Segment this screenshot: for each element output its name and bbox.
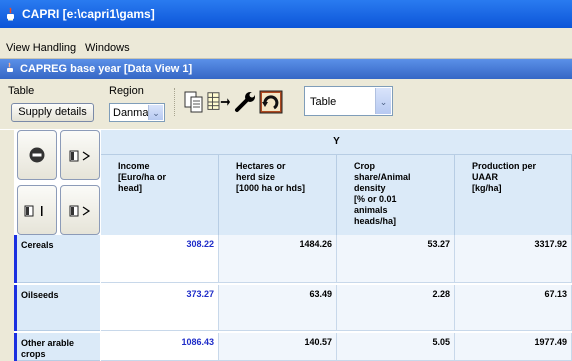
inner-window-title-bar[interactable]: CAPREG base year [Data View 1]: [0, 59, 572, 79]
table-cell[interactable]: 2.28: [337, 285, 455, 331]
table-cell[interactable]: 5.05: [337, 333, 455, 361]
expand-columns-button[interactable]: [60, 130, 100, 180]
column-header[interactable]: Crop share/Animal density [% or 0.01 ani…: [337, 155, 455, 235]
menu-windows[interactable]: Windows: [85, 42, 130, 54]
java-icon: [7, 62, 13, 72]
expand-rows-button[interactable]: [60, 185, 100, 235]
table-cell[interactable]: 67.13: [455, 285, 572, 331]
column-header[interactable]: Production per UAAR [kg/ha]: [455, 155, 572, 235]
table-cell[interactable]: 308.22: [101, 235, 219, 283]
title-gap: [0, 28, 572, 38]
inner-window-title: CAPREG base year [Data View 1]: [20, 63, 193, 75]
collapse-rows-button[interactable]: [17, 185, 57, 235]
export-table-icon[interactable]: [207, 90, 231, 114]
java-icon: [7, 7, 14, 21]
table-cell[interactable]: 1977.49: [455, 333, 572, 361]
table-cell[interactable]: 140.57: [219, 333, 337, 361]
chevron-down-icon[interactable]: ⌄: [148, 105, 163, 120]
table-cell[interactable]: 373.27: [101, 285, 219, 331]
wrench-icon[interactable]: [234, 90, 258, 114]
menu-view-handling[interactable]: View Handling: [6, 42, 76, 54]
view-type-value: Table: [310, 96, 337, 108]
region-label: Region: [109, 85, 144, 97]
refresh-table-icon[interactable]: [259, 90, 283, 114]
back-arrow-icon: [29, 147, 45, 163]
column-header[interactable]: Income [Euro/ha or head]: [101, 155, 219, 235]
chevron-down-icon[interactable]: ⌄: [375, 88, 391, 114]
table-cell[interactable]: 53.27: [337, 235, 455, 283]
table-expand-icon: [69, 205, 91, 217]
table-row-icon: [24, 205, 43, 217]
row-marker: [14, 285, 17, 331]
left-gutter: [0, 130, 14, 361]
table-cell[interactable]: 3317.92: [455, 235, 572, 283]
table-top-header: Y: [101, 130, 572, 155]
row-marker: [14, 235, 17, 283]
row-header[interactable]: Oilseeds: [14, 285, 100, 331]
row-header[interactable]: Cereals: [14, 235, 100, 283]
table-expand-icon: [69, 150, 91, 162]
row-header[interactable]: Other arable crops: [14, 333, 100, 361]
window-title: CAPRI [e:\capri1\gams]: [22, 7, 155, 21]
table-cell[interactable]: 63.49: [219, 285, 337, 331]
view-type-select[interactable]: Table ⌄: [304, 86, 393, 116]
supply-details-button[interactable]: Supply details: [11, 103, 94, 122]
back-button[interactable]: [17, 130, 57, 180]
table-label: Table: [8, 85, 35, 97]
copy-icon[interactable]: [182, 90, 206, 114]
menu-bar: View Handling Windows: [0, 38, 572, 59]
toolbar-separator: [174, 88, 177, 116]
region-select[interactable]: Danmark ⌄: [109, 103, 165, 122]
table-cell[interactable]: 1484.26: [219, 235, 337, 283]
column-header[interactable]: Hectares or herd size [1000 ha or hds]: [219, 155, 337, 235]
row-marker: [14, 333, 17, 361]
table-cell[interactable]: 1086.43: [101, 333, 219, 361]
window-title-bar[interactable]: CAPRI [e:\capri1\gams]: [0, 0, 572, 28]
